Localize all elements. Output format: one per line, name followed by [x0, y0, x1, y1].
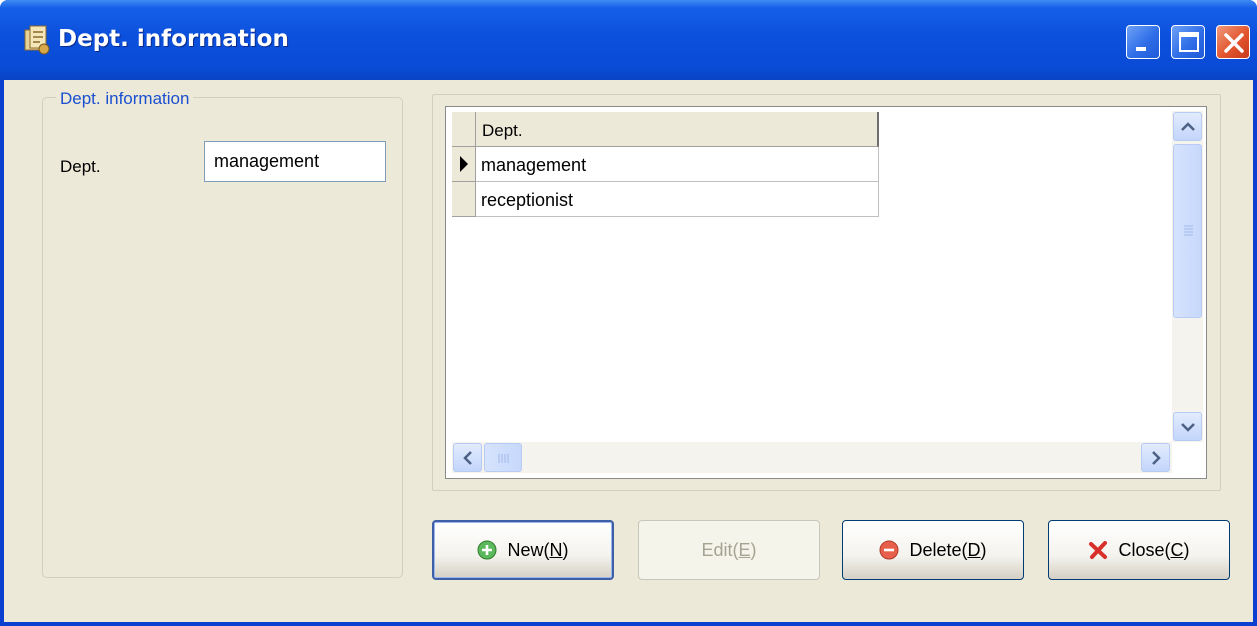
minus-circle-icon: [879, 540, 899, 560]
edit-button-label: Edit(E): [701, 539, 757, 560]
red-x-icon: [1089, 541, 1108, 559]
minimize-button[interactable]: [1126, 25, 1160, 59]
window-client-area: Dept. information Dept. Dept. management…: [4, 80, 1253, 622]
close-button-label: Close(C): [1118, 539, 1190, 560]
grip-icon: [498, 454, 509, 463]
horizontal-scrollbar[interactable]: [452, 442, 1172, 473]
app-icon: [24, 25, 50, 55]
delete-button[interactable]: Delete(D): [842, 520, 1024, 580]
current-row-arrow-icon: [460, 156, 468, 172]
table-row[interactable]: receptionist: [476, 182, 879, 217]
scroll-left-button[interactable]: [453, 443, 482, 472]
column-header-dept[interactable]: Dept.: [476, 112, 879, 147]
app-window: Dept. information Dept. information Dept…: [0, 0, 1257, 626]
horizontal-scroll-thumb[interactable]: [484, 443, 522, 472]
chevron-left-icon: [463, 451, 472, 465]
row-indicator[interactable]: [452, 147, 476, 182]
row-indicator[interactable]: [452, 182, 476, 217]
new-button[interactable]: New(N): [432, 520, 614, 580]
dept-label: Dept.: [60, 157, 101, 176]
vertical-scrollbar[interactable]: [1172, 111, 1203, 442]
new-button-label: New(N): [507, 539, 569, 560]
window-title: Dept. information: [58, 26, 289, 52]
close-icon: [1224, 33, 1244, 53]
table-row[interactable]: management: [476, 147, 879, 182]
maximize-icon: [1179, 32, 1199, 52]
scroll-right-button[interactable]: [1141, 443, 1170, 472]
chevron-right-icon: [1152, 451, 1161, 465]
groupbox-legend: Dept. information: [56, 89, 194, 109]
title-bar[interactable]: Dept. information: [0, 0, 1257, 80]
scroll-up-button[interactable]: [1173, 112, 1202, 141]
dept-grid[interactable]: Dept. management receptionist: [445, 106, 1207, 479]
maximize-button[interactable]: [1171, 25, 1205, 59]
close-button[interactable]: Close(C): [1048, 520, 1230, 580]
edit-button[interactable]: Edit(E): [638, 520, 820, 580]
close-window-button[interactable]: [1216, 25, 1250, 59]
chevron-up-icon: [1181, 122, 1195, 131]
plus-circle-icon: [477, 540, 497, 560]
minimize-icon: [1136, 47, 1146, 51]
dept-input[interactable]: [204, 141, 386, 182]
chevron-down-icon: [1181, 423, 1195, 432]
scroll-down-button[interactable]: [1173, 412, 1202, 441]
vertical-scroll-thumb[interactable]: [1173, 144, 1202, 318]
delete-button-label: Delete(D): [909, 539, 987, 560]
grip-icon: [1184, 225, 1193, 236]
grid-corner-header: [452, 112, 476, 147]
